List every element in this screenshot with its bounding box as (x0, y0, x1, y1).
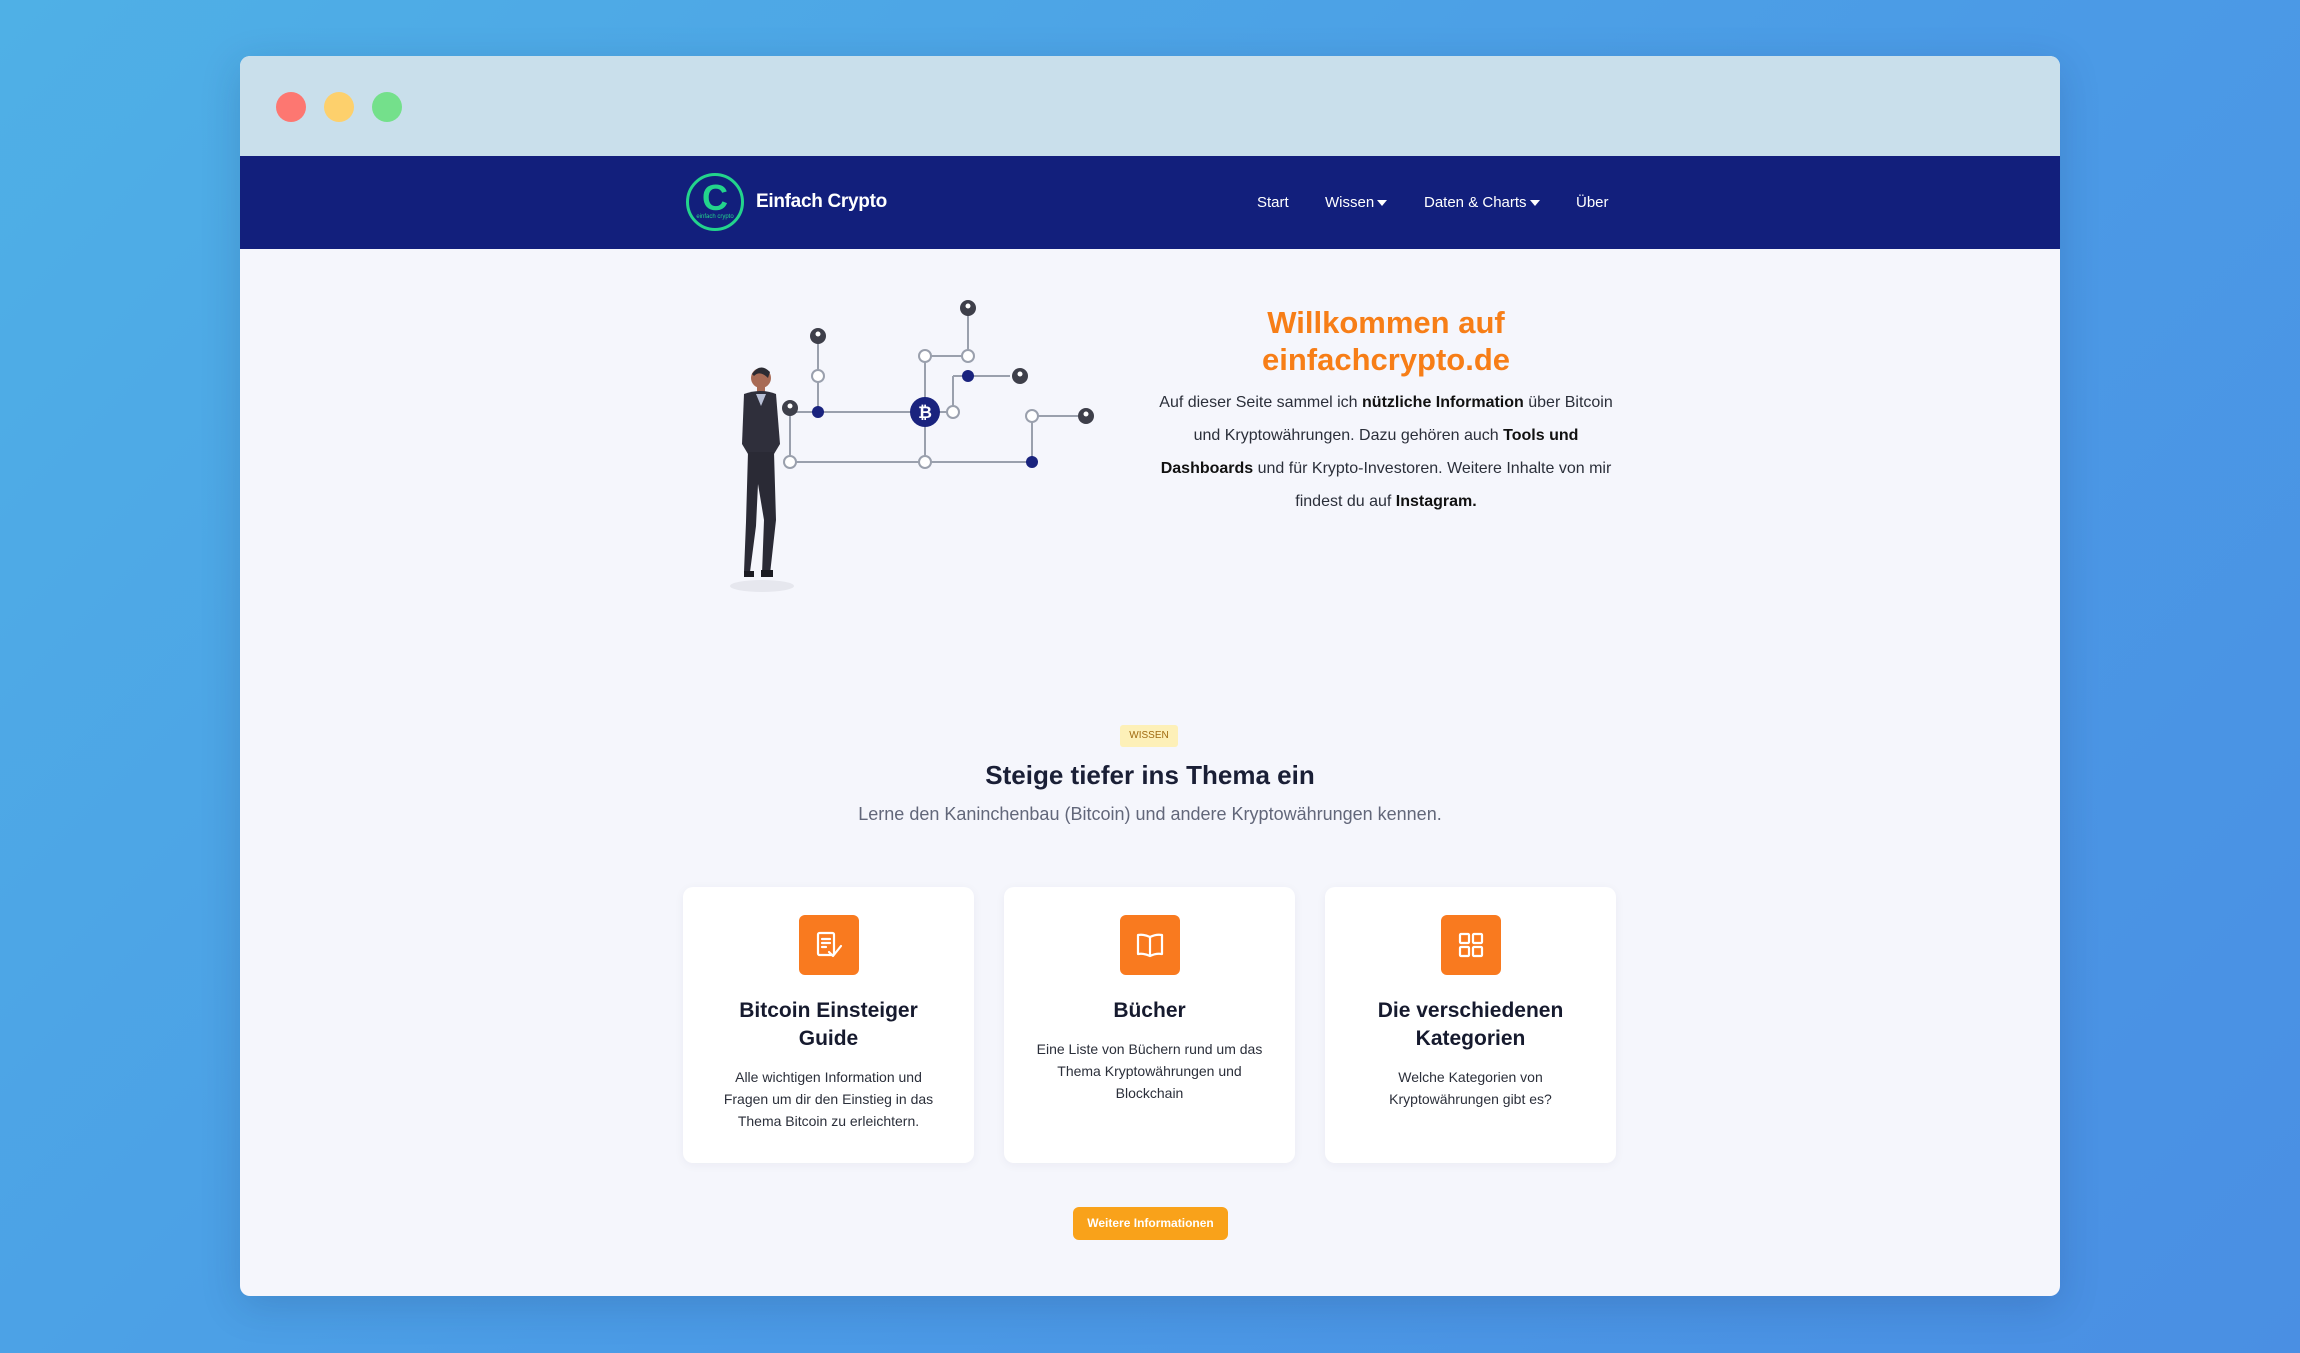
card-description: Alle wichtigen Information und Fragen um… (723, 1069, 934, 1129)
hero-title-line1: Willkommen auf (1267, 305, 1505, 340)
nav-item-label: Start (1257, 194, 1289, 211)
site-navbar: C einfach crypto Einfach Crypto Start Wi… (240, 156, 2060, 249)
book-icon (1119, 915, 1180, 975)
window-titlebar (240, 56, 2060, 156)
card-description: Welche Kategorien von Kryptowährungen gi… (1389, 1069, 1552, 1107)
brand-link[interactable]: C einfach crypto Einfach Crypto (686, 173, 887, 231)
card-buecher[interactable]: Bücher Eine Liste von Büchern rund um da… (1004, 887, 1295, 1163)
nav-item-daten-charts[interactable]: Daten & Charts (1424, 156, 1540, 249)
instagram-link[interactable]: Instagram. (1396, 493, 1477, 510)
nav-item-wissen[interactable]: Wissen (1325, 156, 1388, 249)
caret-down-icon (1529, 199, 1540, 206)
logo-subtext: einfach crypto (696, 214, 734, 220)
card-kategorien[interactable]: Die verschiedenen Kategorien Welche Kate… (1325, 887, 1616, 1163)
minimize-window-button[interactable] (324, 92, 354, 122)
section-title: Steige tiefer ins Thema ein (985, 760, 1315, 790)
nav-item-label: Daten & Charts (1424, 194, 1527, 211)
card-title: Bitcoin Einsteiger Guide (739, 999, 918, 1050)
card-description: Eine Liste von Büchern rund um das Thema… (1036, 1041, 1263, 1101)
svg-text:₿: ₿ (918, 403, 932, 423)
maximize-window-button[interactable] (372, 92, 402, 122)
grid-icon (1440, 915, 1501, 975)
checklist-icon (798, 915, 859, 975)
nav-item-label: Über (1576, 194, 1609, 211)
brand-name: Einfach Crypto (756, 191, 887, 212)
hero-desc-bold: nützliche Information (1362, 394, 1524, 411)
weitere-informationen-button[interactable]: Weitere Informationen (1073, 1207, 1228, 1240)
nav-item-ueber[interactable]: Über (1576, 156, 1609, 249)
hero-description: Auf dieser Seite sammel ich nützliche In… (1146, 386, 1626, 518)
nav-item-start[interactable]: Start (1257, 156, 1289, 249)
caret-down-icon (1377, 199, 1388, 206)
hero-title: Willkommen auf einfachcrypto.de (1146, 304, 1626, 378)
hero-title-line2: einfachcrypto.de (1261, 342, 1511, 377)
card-title: Bücher (1113, 999, 1186, 1022)
browser-window: C einfach crypto Einfach Crypto Start Wi… (240, 56, 2060, 1296)
logo-icon: C einfach crypto (686, 173, 744, 231)
section-subtitle: Lerne den Kaninchenbau (Bitcoin) und and… (858, 804, 1442, 824)
card-bitcoin-guide[interactable]: Bitcoin Einsteiger Guide Alle wichtigen … (683, 887, 974, 1163)
section-badge: WISSEN (1120, 725, 1178, 747)
hero-illustration: ₿ (730, 300, 1094, 592)
logo-letter: C (702, 177, 728, 218)
hero-desc-text: Auf dieser Seite sammel ich (1159, 394, 1363, 411)
close-window-button[interactable] (276, 92, 306, 122)
card-title: Die verschiedenen Kategorien (1377, 999, 1564, 1050)
nav-item-label: Wissen (1325, 194, 1375, 211)
hero-text-block: Willkommen auf einfachcrypto.de Auf dies… (1146, 304, 1626, 518)
